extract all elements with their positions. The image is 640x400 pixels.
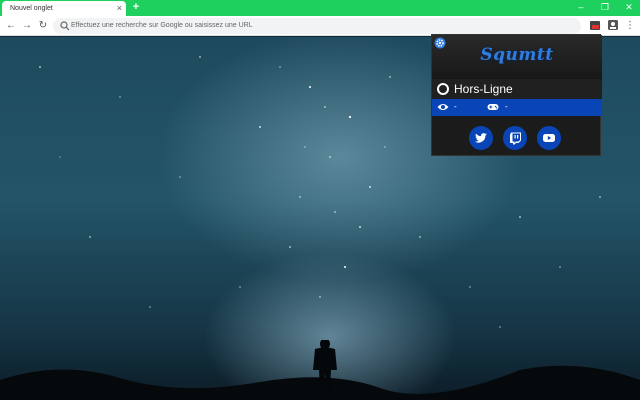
address-bar-placeholder: Effectuez une recherche sur Google ou sa… [71,22,253,29]
twitch-button[interactable] [503,126,527,150]
browser-toolbar: ← → ↻ Effectuez une recherche sur Google… [0,16,640,36]
gamepad-icon [487,104,499,110]
twitter-icon [475,133,487,143]
forward-button[interactable]: → [20,19,34,33]
extension-popup: Squmtt Hors-Ligne - - [431,34,602,156]
close-window-button[interactable]: ✕ [618,0,640,16]
viewers-count: - [454,102,457,111]
back-button[interactable]: ← [4,19,18,33]
twitter-button[interactable] [469,126,493,150]
tab-new-tab[interactable]: Nouvel onglet × [2,1,126,16]
minimize-button[interactable]: – [570,0,592,16]
silhouette-landscape [0,340,640,400]
search-icon [60,21,70,31]
banner-logo-text: Squmtt [480,45,554,65]
game-name: - [505,102,508,111]
tab-title: Nouvel onglet [10,5,53,12]
youtube-button[interactable] [537,126,561,150]
stream-stats-row: - - [432,99,602,116]
menu-button[interactable]: ⋮ [623,19,637,33]
stream-status-text: Hors-Ligne [454,82,513,96]
twitch-icon [510,132,521,145]
browser-title-bar: Nouvel onglet × + – ❐ ✕ [0,0,640,16]
youtube-icon [543,134,555,142]
tab-close-button[interactable]: × [117,3,122,13]
profile-icon[interactable] [607,19,619,31]
extension-icon[interactable] [589,19,601,31]
address-bar[interactable]: Effectuez une recherche sur Google ou sa… [53,18,581,34]
eye-icon [437,104,449,110]
maximize-button[interactable]: ❐ [594,0,616,16]
status-indicator-icon [437,83,449,95]
new-tab-button[interactable]: + [130,1,142,14]
reload-button[interactable]: ↻ [36,19,50,33]
stream-status-row: Hors-Ligne [432,79,602,99]
popup-banner: Squmtt [432,35,602,79]
